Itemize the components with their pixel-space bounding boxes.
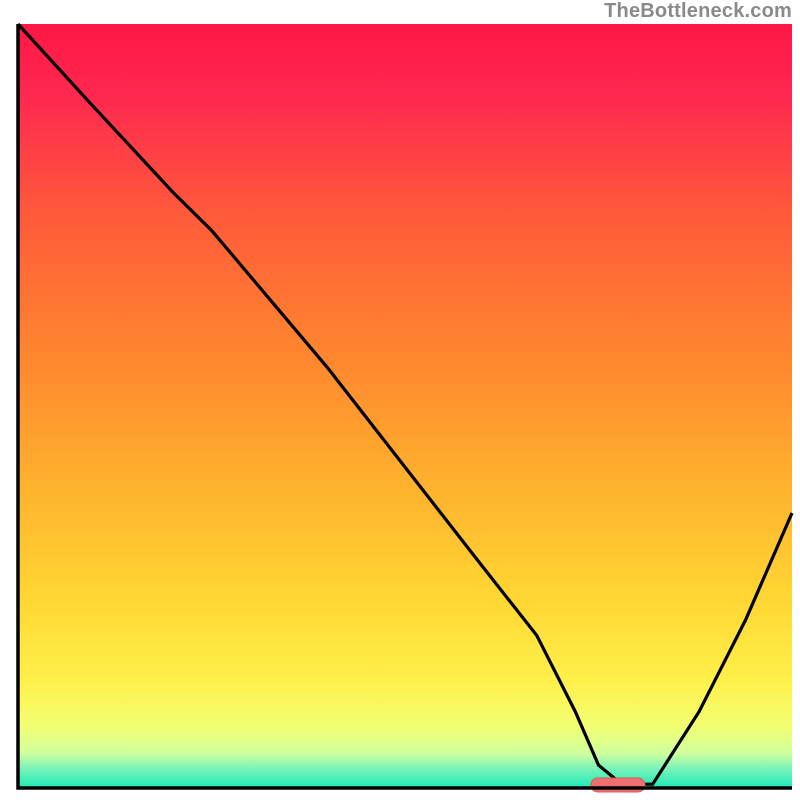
chart-container: TheBottleneck.com [0, 0, 800, 800]
bottleneck-chart [0, 0, 800, 800]
plot-background [18, 24, 792, 788]
optimal-range-marker [591, 778, 645, 792]
